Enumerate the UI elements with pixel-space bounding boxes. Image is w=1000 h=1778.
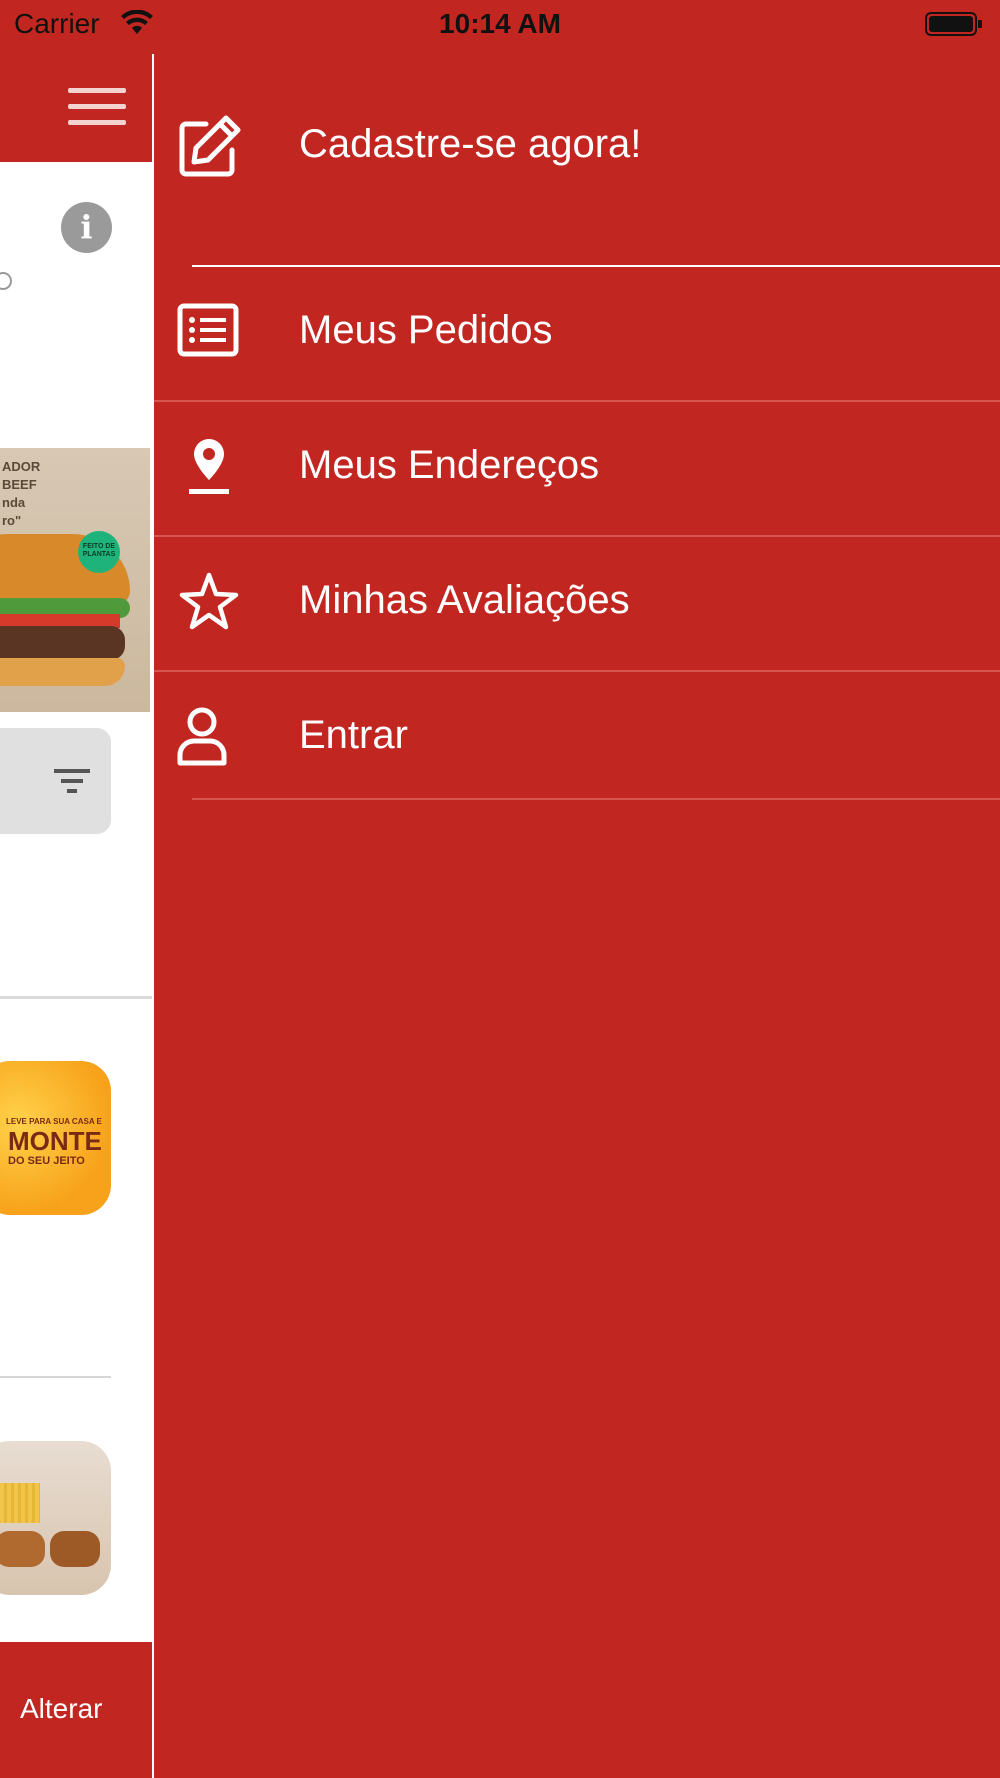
burger-bun-bottom — [0, 658, 125, 686]
promo-sub-text: DO SEU JEITO — [8, 1155, 85, 1167]
promo-small-text: LEVE PARA SUA CASA E — [6, 1117, 102, 1126]
slider-image — [50, 1531, 100, 1567]
menu-item-orders[interactable]: Meus Pedidos — [154, 300, 1000, 430]
background-screen: i ADOR BEEF nda ro" FEITO DE PLANTAS LEV… — [0, 0, 152, 1778]
list-divider — [0, 1376, 111, 1378]
banner-text: ADOR BEEF nda ro" — [2, 459, 41, 528]
promo-card-monte[interactable]: LEVE PARA SUA CASA E MONTE DO SEU JEITO — [0, 1061, 111, 1215]
promo-banner-burger[interactable]: ADOR BEEF nda ro" FEITO DE PLANTAS — [0, 448, 150, 712]
menu-item-label: Cadastre-se agora! — [299, 122, 642, 166]
promo-card-sliders[interactable] — [0, 1441, 111, 1595]
location-pin-icon — [189, 439, 229, 494]
list-icon — [177, 303, 239, 357]
menu-divider — [192, 265, 1000, 267]
menu-divider — [192, 798, 1000, 800]
plant-based-badge: FEITO DE PLANTAS — [78, 531, 120, 573]
menu-divider — [154, 670, 1000, 672]
section-divider — [0, 996, 152, 999]
fries-image — [0, 1483, 40, 1523]
menu-item-label: Meus Endereços — [299, 443, 600, 487]
filter-icon[interactable] — [52, 765, 92, 797]
status-time: 10:14 AM — [439, 8, 561, 39]
burger-patty — [0, 626, 125, 660]
menu-item-signup[interactable]: Cadastre-se agora! — [154, 114, 1000, 244]
menu-item-label: Minhas Avaliações — [299, 578, 630, 622]
menu-item-label: Entrar — [299, 713, 408, 757]
edit-icon — [179, 115, 241, 177]
battery-icon — [925, 12, 982, 36]
side-drawer: Cadastre-se agora! Meus Pedidos Meus End… — [152, 54, 1000, 1778]
menu-item-addresses[interactable]: Meus Endereços — [154, 435, 1000, 565]
slider-image — [0, 1531, 45, 1567]
promo-big-text: MONTE — [8, 1126, 102, 1156]
radio-indicator — [0, 272, 12, 290]
menu-item-reviews[interactable]: Minhas Avaliações — [154, 570, 1000, 700]
info-icon[interactable]: i — [61, 202, 112, 253]
menu-item-login[interactable]: Entrar — [154, 705, 1000, 835]
alterar-button[interactable]: Alterar — [20, 1693, 102, 1725]
menu-divider — [154, 535, 1000, 537]
hamburger-menu-icon[interactable] — [68, 88, 126, 128]
star-icon — [179, 572, 239, 630]
menu-item-label: Meus Pedidos — [299, 308, 553, 352]
menu-divider — [154, 400, 1000, 402]
user-icon — [177, 707, 227, 766]
status-bar: Carrier 10:14 AM — [0, 0, 1000, 50]
